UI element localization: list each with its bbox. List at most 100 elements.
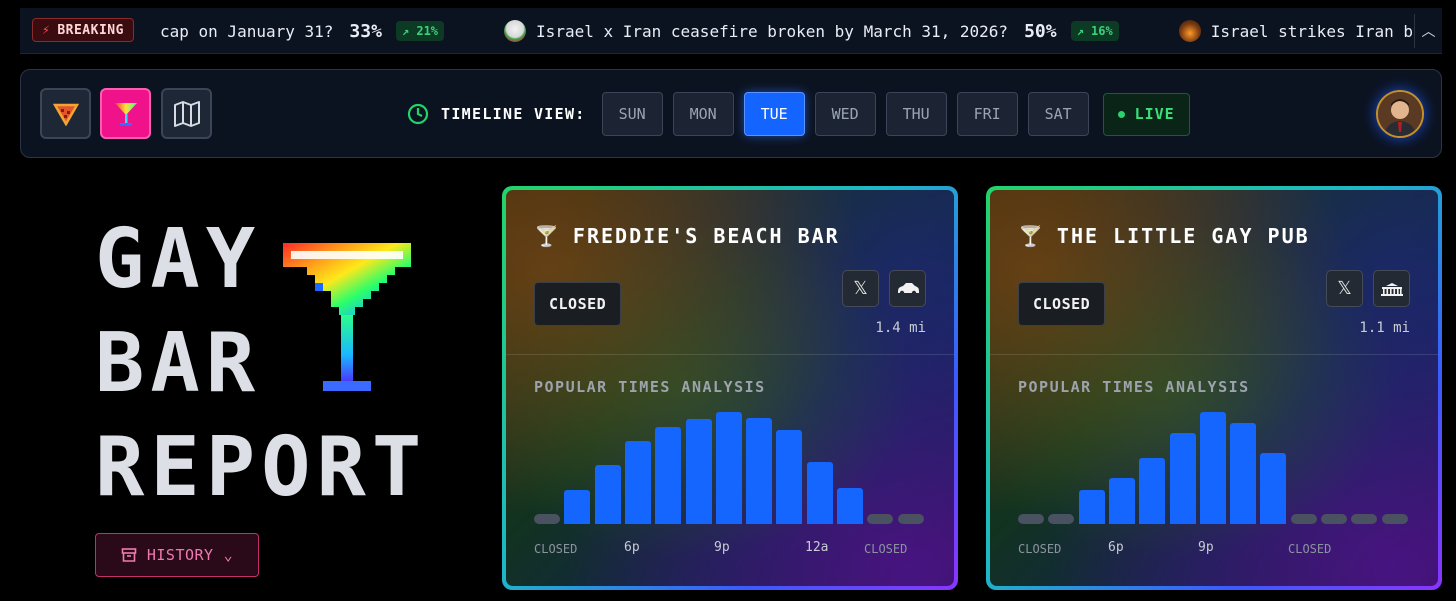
ticker-item[interactable]: cap on January 31? 33% ↗ 21%	[160, 20, 445, 42]
map-icon	[173, 100, 200, 127]
lightning-icon: ⚡	[42, 22, 51, 38]
popular-times-chart	[534, 400, 926, 524]
popular-times-title: POPULAR TIMES ANALYSIS	[1018, 378, 1250, 396]
live-label: LIVE	[1134, 105, 1175, 123]
bar	[624, 441, 651, 524]
building-button[interactable]	[1373, 270, 1410, 307]
status-badge: CLOSED	[1018, 282, 1106, 326]
day-sat[interactable]: SAT	[1027, 92, 1089, 136]
title-line-3: REPORT	[95, 420, 428, 515]
popular-times-title: POPULAR TIMES ANALYSIS	[534, 378, 766, 396]
timeline-label: TIMELINE VIEW:	[407, 103, 586, 125]
ticker-track: cap on January 31? 33% ↗ 21% Israel x Ir…	[160, 8, 1442, 53]
bar-card-body: 🍸 FREDDIE'S BEACH BAR CLOSED 𝕏 1.4 mi PO…	[506, 190, 954, 586]
car-icon	[897, 282, 919, 295]
timeline-label-text: TIMELINE VIEW:	[441, 105, 586, 123]
bar	[746, 417, 773, 524]
x-label: 9p	[1198, 540, 1214, 555]
day-tue[interactable]: TUE	[743, 92, 805, 136]
bar	[1139, 457, 1166, 524]
closed-bar	[1321, 514, 1347, 524]
cocktail-button[interactable]	[100, 88, 151, 139]
x-label: CLOSED	[864, 542, 908, 556]
closed-bar	[897, 514, 924, 524]
toolbar: TIMELINE VIEW: SUN MON TUE WED THU FRI S…	[20, 69, 1442, 158]
distance: 1.1 mi	[1359, 320, 1410, 336]
ticker-item[interactable]: Israel x Iran ceasefire broken by March …	[504, 20, 1119, 42]
bar	[1260, 453, 1287, 524]
day-fri[interactable]: FRI	[956, 92, 1018, 136]
breaking-badge: ⚡ BREAKING	[32, 18, 134, 42]
ticker-question: Israel strikes Iran by Ja	[1210, 21, 1442, 41]
closed-bar	[1048, 514, 1075, 524]
bar-card-body: 🍸 THE LITTLE GAY PUB CLOSED 𝕏 1.1 mi POP…	[990, 190, 1438, 586]
car-button[interactable]	[889, 270, 926, 307]
ticker-question: Israel x Iran ceasefire broken by March …	[536, 21, 1009, 41]
status-badge: CLOSED	[534, 282, 622, 326]
x-label: 6p	[624, 540, 640, 555]
closed-bar	[1018, 514, 1044, 524]
user-avatar[interactable]	[1376, 90, 1424, 138]
x-label: 9p	[714, 540, 730, 555]
bar	[1108, 478, 1135, 524]
bar	[715, 412, 742, 524]
ticker-percent: 33%	[349, 20, 382, 42]
closed-bar	[867, 514, 894, 524]
bar	[685, 418, 712, 524]
history-button[interactable]: HISTORY ⌄	[95, 533, 259, 577]
distance: 1.4 mi	[875, 320, 926, 336]
bar	[837, 488, 863, 524]
bar	[776, 429, 803, 524]
day-sun[interactable]: SUN	[601, 92, 663, 136]
day-thu[interactable]: THU	[885, 92, 947, 136]
breaking-label: BREAKING	[57, 22, 124, 38]
ticker-change: ↗ 16%	[1070, 21, 1119, 41]
x-social-button[interactable]: 𝕏	[1326, 270, 1363, 307]
history-label: HISTORY	[146, 546, 214, 564]
live-button[interactable]: LIVE	[1102, 92, 1190, 136]
cocktail-icon: 🍸	[1018, 224, 1045, 248]
chevron-up-icon[interactable]: ︿	[1414, 14, 1442, 48]
white-house-icon	[1380, 282, 1403, 296]
map-button[interactable]	[161, 88, 212, 139]
closed-bar	[1290, 514, 1317, 524]
cocktail-icon: 🍸	[534, 224, 561, 248]
flag-avatar-icon	[504, 20, 527, 42]
bar	[1078, 490, 1105, 524]
person-avatar-icon	[1378, 92, 1422, 136]
live-dot-icon	[1117, 110, 1125, 118]
archive-icon	[121, 548, 137, 562]
bar-name-text: FREDDIE'S BEACH BAR	[572, 224, 840, 248]
ticker-question: cap on January 31?	[160, 21, 334, 41]
bar-name: 🍸 THE LITTLE GAY PUB	[1018, 224, 1310, 248]
bar-name: 🍸 FREDDIE'S BEACH BAR	[534, 224, 840, 248]
timeline-view: TIMELINE VIEW: SUN MON TUE WED THU FRI S…	[407, 92, 1190, 136]
x-icon: 𝕏	[1337, 278, 1352, 299]
ticker-item[interactable]: Israel strikes Iran by Ja	[1178, 20, 1442, 42]
pizza-button[interactable]	[40, 88, 91, 139]
bar	[1230, 423, 1257, 524]
closed-bar	[534, 514, 560, 524]
closed-bar	[1381, 514, 1408, 524]
x-label: 6p	[1108, 540, 1124, 555]
explosion-avatar-icon	[1178, 20, 1201, 42]
bar	[806, 462, 833, 524]
ticker-change: ↗ 21%	[395, 21, 445, 41]
bar	[1199, 412, 1226, 524]
closed-bar	[1351, 514, 1378, 524]
x-label: CLOSED	[1018, 542, 1062, 556]
news-ticker: ⚡ BREAKING cap on January 31? 33% ↗ 21% …	[20, 8, 1442, 54]
day-mon[interactable]: MON	[672, 92, 734, 136]
x-social-button[interactable]: 𝕏	[842, 270, 879, 307]
bar-card[interactable]: 🍸 THE LITTLE GAY PUB CLOSED 𝕏 1.1 mi POP…	[986, 186, 1442, 590]
popular-times-chart	[1018, 400, 1410, 524]
day-wed[interactable]: WED	[814, 92, 876, 136]
bar-card[interactable]: 🍸 FREDDIE'S BEACH BAR CLOSED 𝕏 1.4 mi PO…	[502, 186, 958, 590]
ticker-change-value: 21%	[416, 24, 439, 38]
bar	[655, 426, 682, 524]
rainbow-cocktail-logo	[283, 243, 411, 391]
x-label: CLOSED	[1288, 542, 1332, 556]
bar	[564, 490, 591, 524]
bar	[1169, 433, 1196, 524]
x-label: CLOSED	[534, 542, 578, 556]
